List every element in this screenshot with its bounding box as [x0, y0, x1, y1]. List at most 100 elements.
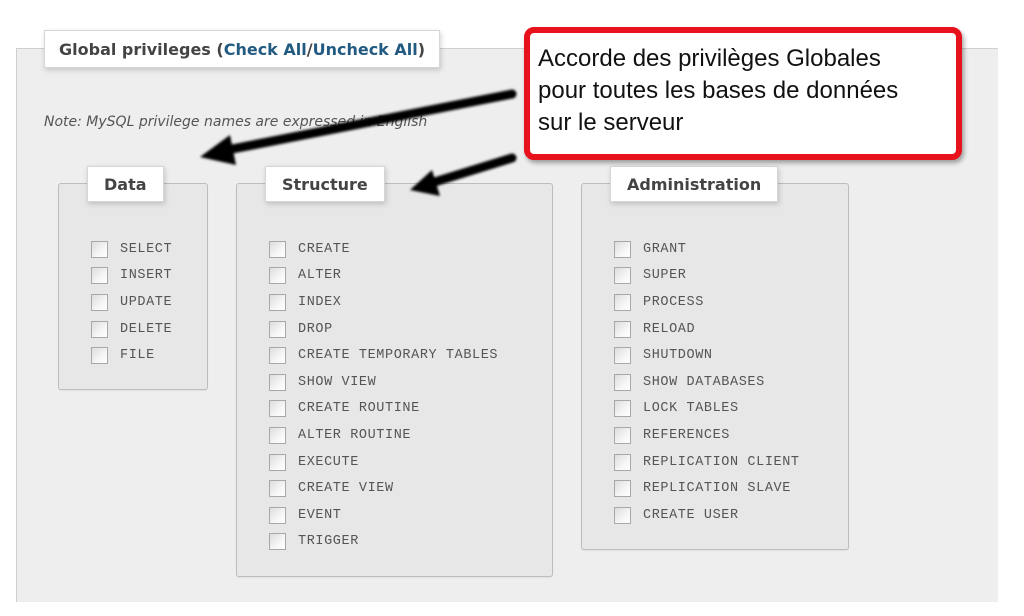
data-group: Data SELECT INSERT UPDATE DELETE FILE — [58, 166, 208, 390]
privilege-item[interactable]: RELOAD — [614, 316, 800, 343]
privilege-label[interactable]: CREATE ROUTINE — [298, 401, 420, 416]
privilege-label[interactable]: DELETE — [120, 322, 172, 337]
privilege-label[interactable]: SHUTDOWN — [643, 348, 713, 363]
privilege-checkbox[interactable] — [269, 293, 286, 311]
privilege-checkbox[interactable] — [269, 533, 286, 551]
privilege-item[interactable]: INDEX — [269, 289, 498, 316]
privilege-item[interactable]: INSERT — [91, 263, 172, 290]
privilege-checkbox[interactable] — [91, 293, 108, 311]
privilege-item[interactable]: SHOW VIEW — [269, 369, 498, 396]
privilege-label[interactable]: LOCK TABLES — [643, 401, 739, 416]
privilege-checkbox[interactable] — [269, 480, 286, 498]
structure-group: Structure CREATE ALTER INDEX DROP CREATE TEM… — [236, 166, 553, 577]
privilege-item[interactable]: REPLICATION CLIENT — [614, 449, 800, 476]
privilege-item[interactable]: UPDATE — [91, 289, 172, 316]
privilege-item[interactable]: REFERENCES — [614, 422, 800, 449]
privilege-item[interactable]: SHUTDOWN — [614, 342, 800, 369]
legend-title: Global privileges ( — [59, 39, 224, 59]
privilege-label[interactable]: SHOW VIEW — [298, 375, 376, 390]
privilege-item[interactable]: CREATE — [269, 236, 498, 263]
check-all-link[interactable]: Check All — [224, 40, 307, 59]
uncheck-all-link[interactable]: Uncheck All — [313, 40, 418, 59]
privilege-label[interactable]: DROP — [298, 322, 333, 337]
privilege-checkbox[interactable] — [614, 453, 631, 471]
privilege-item[interactable]: TRIGGER — [269, 529, 498, 556]
privilege-item[interactable]: SHOW DATABASES — [614, 369, 800, 396]
callout-line-1: Accorde des privilèges Globales — [538, 45, 881, 72]
privilege-label[interactable]: CREATE — [298, 242, 350, 257]
privilege-item[interactable]: ALTER — [269, 263, 498, 290]
privilege-label[interactable]: CREATE USER — [643, 508, 739, 523]
structure-group-legend: Structure — [265, 166, 385, 202]
privilege-checkbox[interactable] — [614, 347, 631, 365]
privilege-checkbox[interactable] — [269, 320, 286, 338]
global-privileges-legend: Global privileges ( Check All / Uncheck … — [44, 30, 441, 68]
privilege-checkbox[interactable] — [614, 293, 631, 311]
privilege-checkbox[interactable] — [269, 506, 286, 524]
callout-line-2: pour toutes les bases de données — [538, 77, 899, 104]
privilege-item[interactable]: EXECUTE — [269, 449, 498, 476]
callout-line-3: sur le serveur — [538, 109, 684, 136]
privilege-checkbox[interactable] — [269, 453, 286, 471]
annotation-callout: Accorde des privilèges Globales pour tou… — [524, 27, 962, 160]
privilege-label[interactable]: EVENT — [298, 508, 342, 523]
privilege-label[interactable]: INSERT — [120, 268, 172, 283]
privilege-label[interactable]: REPLICATION CLIENT — [643, 455, 800, 470]
privilege-label[interactable]: SUPER — [643, 268, 687, 283]
privilege-checkbox[interactable] — [269, 400, 286, 418]
privilege-checkbox[interactable] — [614, 320, 631, 338]
privilege-item[interactable]: ALTER ROUTINE — [269, 422, 498, 449]
data-privileges-list: SELECT INSERT UPDATE DELETE FILE — [91, 236, 172, 369]
privilege-checkbox[interactable] — [269, 240, 286, 258]
privilege-label[interactable]: FILE — [120, 348, 155, 363]
privilege-item[interactable]: CREATE TEMPORARY TABLES — [269, 342, 498, 369]
privilege-item[interactable]: SUPER — [614, 263, 800, 290]
privilege-checkbox[interactable] — [614, 506, 631, 524]
privilege-checkbox[interactable] — [269, 267, 286, 285]
privilege-checkbox[interactable] — [269, 347, 286, 365]
privilege-item[interactable]: CREATE USER — [614, 502, 800, 529]
privilege-label[interactable]: GRANT — [643, 242, 687, 257]
privilege-label[interactable]: PROCESS — [643, 295, 704, 310]
privilege-item[interactable]: REPLICATION SLAVE — [614, 475, 800, 502]
privilege-checkbox[interactable] — [91, 320, 108, 338]
privilege-item[interactable]: FILE — [91, 342, 172, 369]
privilege-label[interactable]: SHOW DATABASES — [643, 375, 765, 390]
privilege-item[interactable]: CREATE ROUTINE — [269, 396, 498, 423]
privilege-label[interactable]: TRIGGER — [298, 534, 359, 549]
privilege-checkbox[interactable] — [269, 373, 286, 391]
privilege-item[interactable]: CREATE VIEW — [269, 475, 498, 502]
privilege-label[interactable]: ALTER — [298, 268, 342, 283]
privilege-label[interactable]: ALTER ROUTINE — [298, 428, 411, 443]
privilege-checkbox[interactable] — [91, 347, 108, 365]
privilege-label[interactable]: CREATE VIEW — [298, 481, 394, 496]
privilege-label[interactable]: CREATE TEMPORARY TABLES — [298, 348, 498, 363]
privilege-checkbox[interactable] — [269, 426, 286, 444]
privilege-label[interactable]: UPDATE — [120, 295, 172, 310]
privilege-label[interactable]: REPLICATION SLAVE — [643, 481, 791, 496]
administration-privileges-list: GRANT SUPER PROCESS RELOAD SHUTDOWN SHOW DATA… — [614, 236, 800, 529]
privilege-checkbox[interactable] — [91, 267, 108, 285]
legend-close-paren: ) — [417, 39, 426, 59]
privilege-checkbox[interactable] — [614, 267, 631, 285]
privilege-item[interactable]: DELETE — [91, 316, 172, 343]
privilege-checkbox[interactable] — [91, 240, 108, 258]
privilege-item[interactable]: LOCK TABLES — [614, 396, 800, 423]
privilege-label[interactable]: REFERENCES — [643, 428, 730, 443]
privilege-item[interactable]: GRANT — [614, 236, 800, 263]
administration-group-legend: Administration — [610, 166, 779, 202]
privilege-label[interactable]: INDEX — [298, 295, 342, 310]
privilege-item[interactable]: SELECT — [91, 236, 172, 263]
privilege-label[interactable]: SELECT — [120, 242, 172, 257]
privilege-label[interactable]: EXECUTE — [298, 455, 359, 470]
privilege-checkbox[interactable] — [614, 426, 631, 444]
privilege-item[interactable]: DROP — [269, 316, 498, 343]
privilege-item[interactable]: EVENT — [269, 502, 498, 529]
privilege-item[interactable]: PROCESS — [614, 289, 800, 316]
administration-group: Administration GRANT SUPER PROCESS RELOAD SH… — [581, 166, 849, 550]
privilege-checkbox[interactable] — [614, 400, 631, 418]
privilege-checkbox[interactable] — [614, 480, 631, 498]
privilege-checkbox[interactable] — [614, 240, 631, 258]
privilege-label[interactable]: RELOAD — [643, 322, 695, 337]
privilege-checkbox[interactable] — [614, 373, 631, 391]
